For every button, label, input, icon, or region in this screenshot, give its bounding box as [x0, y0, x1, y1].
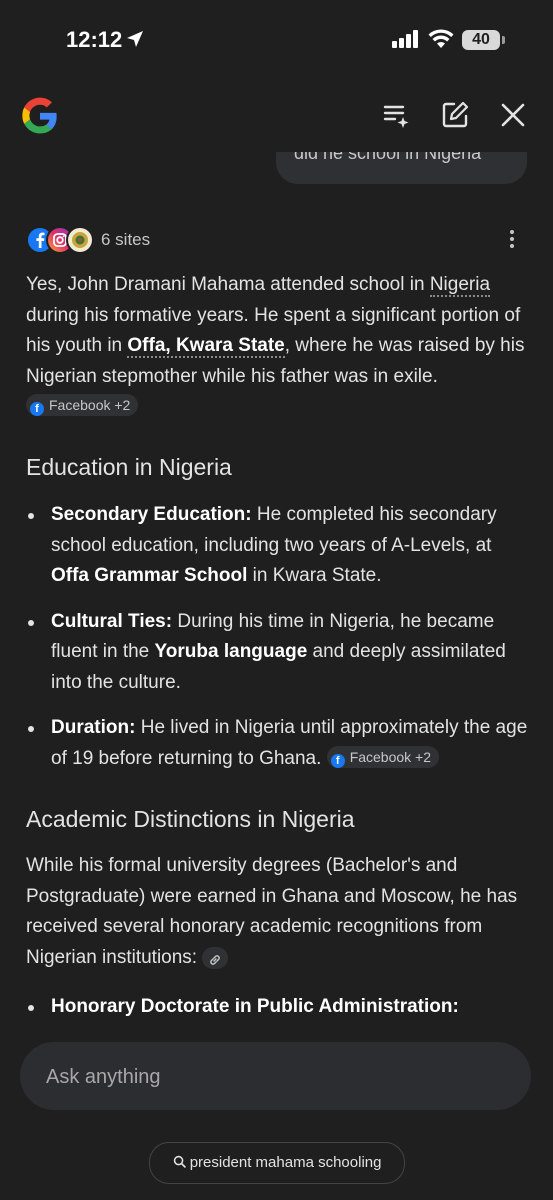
intro-text-1: Yes, John Dramani Mahama attended school…: [26, 274, 430, 295]
list-item: Duration: He lived in Nigeria until appr…: [26, 713, 531, 774]
nigeria-term[interactable]: Nigeria: [429, 274, 491, 297]
paragraph-text: While his formal university degrees (Bac…: [26, 855, 518, 968]
list-item: Cultural Ties: During his time in Nigeri…: [26, 607, 531, 699]
facebook-icon: f: [30, 402, 44, 416]
facebook-citation-chip[interactable]: f Facebook +2: [26, 394, 139, 416]
section-heading-academic: Academic Distinctions in Nigeria: [26, 806, 355, 832]
citation-label: Facebook +2: [349, 748, 432, 765]
item-strong: Offa Grammar School: [51, 565, 248, 586]
location-arrow-icon: [127, 31, 143, 47]
status-bar: 12:12 40: [0, 0, 553, 80]
status-time: 12:12: [66, 27, 123, 52]
wifi-icon: [428, 29, 454, 48]
section-heading-education: Education in Nigeria: [26, 454, 232, 480]
history-sparkle-icon[interactable]: [382, 100, 412, 130]
search-icon: [173, 1155, 186, 1168]
answer-intro: Yes, John Dramani Mahama attended school…: [26, 270, 531, 423]
app-header: [0, 80, 553, 152]
facebook-icon: f: [330, 753, 345, 768]
academic-list: Honorary Doctorate in Public Administrat…: [26, 992, 531, 1038]
ask-input-container: [20, 1042, 531, 1112]
education-list: Secondary Education: He completed his se…: [26, 500, 531, 789]
close-icon[interactable]: [498, 100, 528, 130]
google-logo-icon[interactable]: [20, 96, 60, 136]
cellular-signal-icon: [392, 30, 418, 48]
suggestion-chip[interactable]: president mahama schooling: [149, 1142, 405, 1184]
new-chat-edit-icon[interactable]: [440, 100, 470, 130]
item-label: Duration:: [51, 717, 136, 738]
ask-input[interactable]: [44, 1042, 508, 1112]
academic-paragraph: While his formal university degrees (Bac…: [26, 851, 531, 973]
suggestion-label: president mahama schooling: [189, 1154, 382, 1171]
sources-row[interactable]: 6 sites: [26, 226, 526, 254]
list-item: Secondary Education: He completed his se…: [26, 500, 531, 592]
link-icon: [210, 954, 221, 965]
citation-label: Facebook +2: [49, 397, 131, 413]
offa-term[interactable]: Offa, Kwara State: [127, 335, 285, 358]
sources-count: 6 sites: [101, 230, 151, 249]
list-item: Honorary Doctorate in Public Administrat…: [26, 992, 531, 1023]
government-seal-source-icon: [66, 226, 94, 254]
facebook-citation-chip[interactable]: f Facebook +2: [326, 745, 440, 768]
item-text: in Kwara State.: [247, 565, 382, 586]
battery-indicator: 40: [462, 30, 500, 50]
item-label: Secondary Education:: [51, 504, 252, 525]
battery-tip: [502, 36, 505, 44]
item-label: Honorary Doctorate in Public Administrat…: [51, 996, 459, 1017]
item-label: Cultural Ties:: [51, 610, 173, 632]
item-strong: Yoruba language: [154, 641, 308, 662]
more-options-icon[interactable]: [506, 228, 518, 250]
link-citation-chip[interactable]: [202, 946, 229, 969]
